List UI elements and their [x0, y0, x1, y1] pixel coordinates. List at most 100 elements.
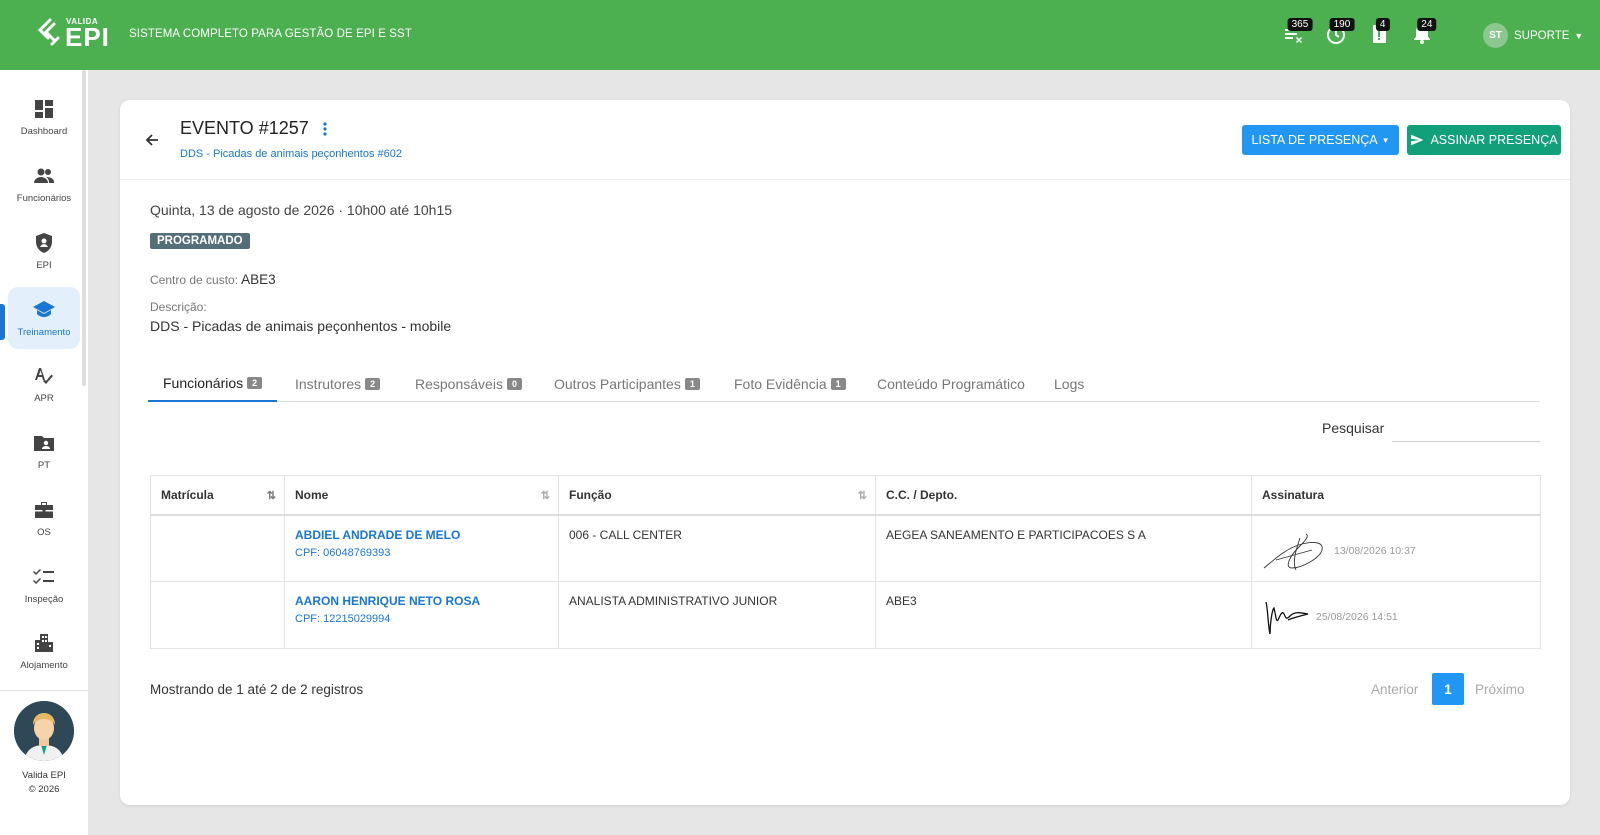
- document-alert-badge: 4: [1375, 18, 1390, 31]
- col-label: Matrícula: [161, 487, 214, 502]
- pagination-next[interactable]: Próximo: [1475, 682, 1525, 697]
- cell-matricula: [150, 514, 285, 582]
- expired-icon[interactable]: 365: [1282, 18, 1313, 48]
- table-header-row: Matrícula ⇅ Nome ⇅ Função ⇅ C.C. / Depto. A…: [150, 475, 1541, 516]
- tab-instrutores[interactable]: Instrutores 2: [295, 365, 381, 402]
- tab-label: Instrutores: [295, 375, 362, 392]
- history-icon[interactable]: 190: [1324, 18, 1355, 48]
- sidebar-item-treinamento[interactable]: Treinamento: [8, 287, 80, 349]
- col-cc-depto: C.C. / Depto.: [875, 475, 1252, 516]
- pagination-page-1[interactable]: 1: [1432, 673, 1464, 705]
- send-icon: [1411, 134, 1424, 146]
- sidebar-item-label: Treinamento: [17, 327, 71, 338]
- sidebar-item-dashboard[interactable]: Dashboard: [8, 86, 80, 148]
- table-row: AARON HENRIQUE NETO ROSA CPF: 1221502999…: [150, 581, 1541, 649]
- caret-down-icon: ▼: [1381, 135, 1390, 145]
- back-arrow-icon[interactable]: [142, 130, 162, 150]
- user-photo[interactable]: [14, 701, 74, 761]
- employee-name-link[interactable]: ABDIEL ANDRADE DE MELO: [295, 528, 548, 542]
- signature-image[interactable]: [1262, 530, 1330, 572]
- search-input[interactable]: [1392, 416, 1540, 442]
- logo[interactable]: VALIDA EPI: [36, 16, 109, 50]
- sort-icon[interactable]: ⇅: [858, 489, 867, 502]
- event-card: EVENTO #1257 DDS - Picadas de animais pe…: [120, 100, 1570, 805]
- tab-label: Outros Participantes: [554, 375, 681, 392]
- sidebar-item-label: PT: [37, 460, 51, 471]
- footer-year: © 2026: [28, 784, 60, 795]
- bell-icon[interactable]: 24: [1410, 18, 1437, 48]
- user-menu[interactable]: ST SUPORTE ▼: [1483, 23, 1583, 48]
- signature-image[interactable]: [1262, 596, 1312, 638]
- col-label: Nome: [295, 487, 329, 502]
- description-label: Descrição:: [150, 300, 207, 314]
- sidebar-item-funcionarios[interactable]: Funcionários: [8, 153, 80, 215]
- tab-label: Funcionários: [163, 374, 244, 391]
- more-vert-icon[interactable]: [320, 120, 330, 138]
- sidebar-item-os[interactable]: OS: [8, 487, 80, 549]
- cell-cc: AEGEA SANEAMENTO E PARTICIPACOES S A: [875, 514, 1252, 582]
- search-label: Pesquisar: [1322, 420, 1385, 436]
- lista-presenca-button[interactable]: LISTA DE PRESENÇA ▼: [1242, 125, 1399, 155]
- graduation-cap-icon: [33, 301, 55, 317]
- logo-big-text: EPI: [65, 22, 110, 52]
- sidebar-item-label: APR: [34, 393, 54, 404]
- briefcase-icon: [35, 502, 53, 518]
- cell-funcao: 006 - CALL CENTER: [558, 514, 876, 582]
- cost-center: Centro de custo: ABE3: [150, 272, 276, 287]
- user-name: SUPORTE: [1514, 29, 1570, 42]
- tab-conteudo-programatico[interactable]: Conteúdo Programático: [877, 365, 1025, 402]
- cell-nome: AARON HENRIQUE NETO ROSA CPF: 1221502999…: [284, 581, 559, 649]
- description-value: DDS - Picadas de animais peçonhentos - m…: [150, 318, 452, 334]
- sidebar-item-epi[interactable]: EPI: [8, 220, 80, 282]
- sidebar-item-label: Dashboard: [20, 126, 68, 137]
- employee-cpf: CPF: 12215029994: [295, 613, 391, 625]
- event-subtitle-link[interactable]: DDS - Picadas de animais peçonhentos #60…: [180, 148, 402, 160]
- employee-name-link[interactable]: AARON HENRIQUE NETO ROSA: [295, 594, 548, 608]
- employee-cpf: CPF: 06048769393: [295, 546, 391, 559]
- pagination-prev[interactable]: Anterior: [1371, 682, 1418, 697]
- user-avatar: ST: [1483, 23, 1508, 48]
- col-label: Assinatura: [1262, 487, 1325, 502]
- system-title: SISTEMA COMPLETO PARA GESTÃO DE EPI E SS…: [129, 28, 412, 40]
- tab-funcionarios[interactable]: Funcionários 2: [148, 365, 278, 402]
- top-bar: VALIDA EPI SISTEMA COMPLETO PARA GESTÃO …: [0, 0, 1600, 70]
- sidebar-item-pt[interactable]: PT: [8, 420, 80, 482]
- tab-outros-participantes[interactable]: Outros Participantes 1: [554, 365, 700, 402]
- logo-mark-icon: [37, 18, 60, 46]
- people-icon: [34, 168, 54, 183]
- sidebar-item-label: Alojamento: [20, 660, 68, 671]
- signature-date: 25/08/2026 14:51: [1316, 611, 1398, 623]
- sidebar-footer: Valida EPI © 2026: [0, 690, 88, 835]
- assinar-presenca-button[interactable]: ASSINAR PRESENÇA: [1407, 125, 1561, 155]
- sidebar: Dashboard Funcionários EPI Treinamento A…: [0, 70, 88, 835]
- spellcheck-icon: [35, 368, 53, 384]
- active-marker: [0, 304, 5, 340]
- col-nome[interactable]: Nome ⇅: [284, 475, 559, 516]
- tab-count: 2: [365, 377, 381, 390]
- card-header: EVENTO #1257 DDS - Picadas de animais pe…: [120, 100, 1570, 180]
- tab-foto-evidencia[interactable]: Foto Evidência 1: [734, 365, 846, 402]
- cell-cc: ABE3: [875, 581, 1252, 649]
- sort-icon[interactable]: ⇅: [541, 489, 550, 502]
- sidebar-item-alojamento[interactable]: Alojamento: [8, 620, 80, 682]
- sort-asc-icon[interactable]: ⇅: [267, 489, 276, 502]
- col-assinatura: Assinatura: [1251, 475, 1541, 516]
- signature-date: 13/08/2026 10:37: [1334, 544, 1416, 557]
- tab-count: 1: [830, 377, 846, 390]
- sidebar-scrollbar[interactable]: [82, 70, 86, 386]
- tab-logs[interactable]: Logs: [1054, 365, 1084, 402]
- tab-responsaveis[interactable]: Responsáveis 0: [415, 365, 522, 402]
- col-funcao[interactable]: Função ⇅: [558, 475, 876, 516]
- chevron-down-icon: ▼: [1574, 30, 1584, 41]
- col-matricula[interactable]: Matrícula ⇅: [150, 475, 285, 516]
- records-info: Mostrando de 1 até 2 de 2 registros: [150, 682, 364, 697]
- checklist-icon: [33, 569, 54, 584]
- document-alert-icon[interactable]: 4: [1367, 18, 1393, 48]
- shield-icon: [36, 233, 52, 253]
- event-date: Quinta, 13 de agosto de 2026 · 10h00 até…: [150, 202, 453, 218]
- sidebar-item-inspecao[interactable]: Inspeção: [8, 554, 80, 616]
- col-label: C.C. / Depto.: [886, 487, 958, 502]
- footer-text: Valida EPI © 2026: [0, 769, 88, 797]
- participants-table: Matrícula ⇅ Nome ⇅ Função ⇅ C.C. / Depto. A…: [150, 475, 1541, 649]
- sidebar-item-apr[interactable]: APR: [8, 353, 80, 415]
